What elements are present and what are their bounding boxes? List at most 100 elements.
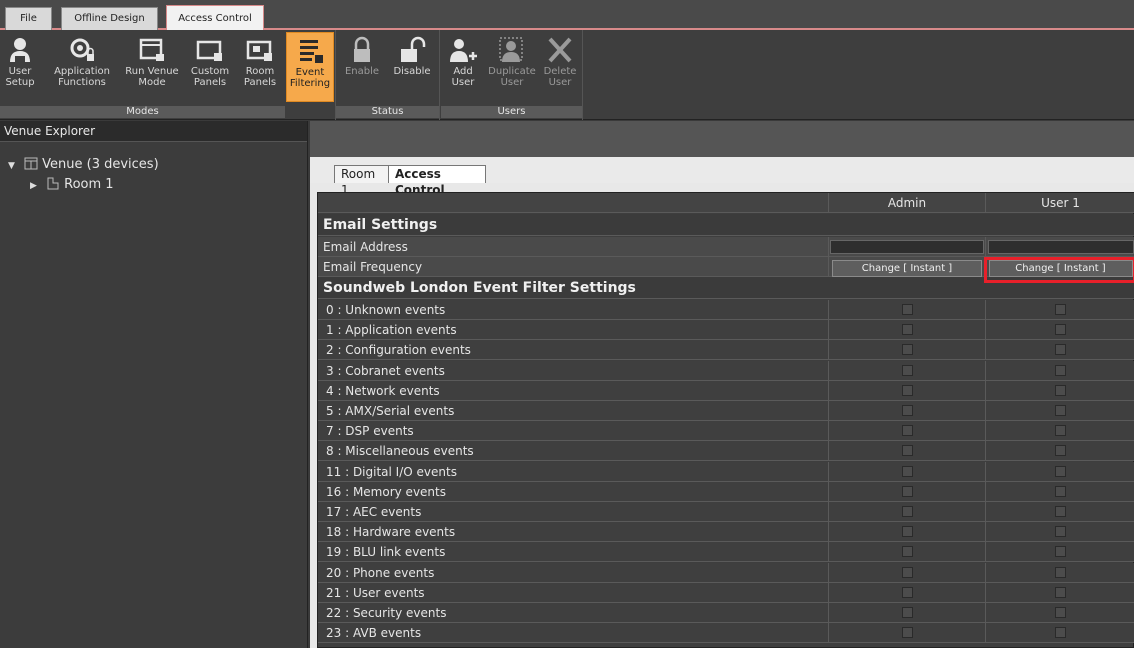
duplicate-user-label-2: User bbox=[500, 77, 524, 88]
admin-event-checkbox[interactable] bbox=[901, 627, 913, 639]
admin-event-checkbox[interactable] bbox=[901, 445, 913, 457]
admin-event-checkbox[interactable] bbox=[901, 364, 913, 376]
event-row: 1 : Application events bbox=[318, 320, 1134, 341]
admin-event-checkbox[interactable] bbox=[901, 546, 913, 558]
tab-file[interactable]: File bbox=[5, 7, 52, 30]
user-cell: Change [ Instant ] bbox=[985, 257, 1134, 277]
user-1-event-checkbox[interactable] bbox=[1055, 405, 1066, 416]
event-label: 3 : Cobranet events bbox=[326, 363, 445, 378]
user-cell bbox=[985, 603, 1134, 623]
user-1-event-checkbox[interactable] bbox=[1055, 425, 1066, 437]
tab-access-control[interactable]: Access Control bbox=[166, 5, 264, 31]
user-cell bbox=[985, 237, 1134, 257]
disable-button[interactable]: Disable bbox=[388, 32, 436, 102]
application-functions-button[interactable]: Application Functions bbox=[50, 32, 114, 102]
user-1-event-checkbox[interactable] bbox=[1055, 627, 1066, 639]
event-row: 23 : AVB events bbox=[318, 623, 1134, 644]
event-label: 7 : DSP events bbox=[326, 424, 414, 439]
user-1-event-checkbox[interactable] bbox=[1055, 324, 1066, 336]
event-label: 18 : Hardware events bbox=[326, 525, 456, 540]
user-setup-label: User bbox=[8, 66, 32, 77]
admin-event-checkbox[interactable] bbox=[901, 384, 913, 396]
user-cell bbox=[985, 380, 1134, 401]
admin-event-checkbox[interactable] bbox=[901, 324, 913, 336]
tree-item-venue[interactable]: ▼ Venue (3 devices) bbox=[8, 157, 159, 172]
user-cell bbox=[985, 300, 1134, 320]
venue-icon bbox=[24, 157, 38, 170]
event-row: 19 : BLU link events bbox=[318, 542, 1134, 563]
event-label: 21 : User events bbox=[326, 585, 425, 600]
content-area: Room 1 Access Control Admin User 1 Email… bbox=[310, 121, 1134, 648]
tab-offline-design[interactable]: Offline Design bbox=[61, 7, 158, 30]
user-1-event-checkbox[interactable] bbox=[1055, 304, 1066, 315]
event-row: 16 : Memory events bbox=[318, 481, 1134, 502]
admin-event-checkbox[interactable] bbox=[901, 465, 913, 477]
user-cell bbox=[985, 522, 1134, 543]
admin-event-checkbox[interactable] bbox=[901, 304, 913, 315]
user-1-event-checkbox[interactable] bbox=[1055, 465, 1066, 477]
user-cell bbox=[985, 502, 1134, 522]
admin-cell bbox=[828, 582, 985, 603]
event-row: 5 : AMX/Serial events bbox=[318, 401, 1134, 421]
enable-button[interactable]: Enable bbox=[340, 32, 384, 102]
admin-event-checkbox[interactable] bbox=[901, 526, 913, 538]
custom-panels-button[interactable]: Custom Panels bbox=[188, 32, 232, 102]
admin-event-checkbox[interactable] bbox=[901, 425, 913, 437]
user-1-event-checkbox[interactable] bbox=[1055, 344, 1066, 356]
admin-cell bbox=[828, 421, 985, 442]
chevron-right-icon[interactable]: ▶ bbox=[30, 181, 42, 191]
user-1-event-checkbox[interactable] bbox=[1055, 546, 1066, 558]
chevron-down-icon[interactable]: ▼ bbox=[8, 161, 20, 171]
admin-cell bbox=[828, 441, 985, 462]
user-1-event-checkbox[interactable] bbox=[1055, 566, 1066, 578]
section-title: Soundweb London Event Filter Settings bbox=[323, 280, 636, 296]
admin-email-field[interactable] bbox=[830, 240, 984, 254]
user-1-event-checkbox[interactable] bbox=[1055, 364, 1066, 376]
admin-event-checkbox[interactable] bbox=[901, 506, 913, 517]
row-email-address: Email Address bbox=[318, 237, 1134, 257]
user-cell bbox=[985, 481, 1134, 502]
user-1-event-checkbox[interactable] bbox=[1055, 384, 1066, 396]
room-panel-lock-icon bbox=[246, 40, 272, 61]
admin-event-checkbox[interactable] bbox=[901, 485, 913, 497]
application-functions-label: Application bbox=[54, 66, 110, 77]
event-filtering-button[interactable]: Event Filtering bbox=[286, 32, 334, 102]
ribbon-group-users: Add User Duplicate User Delete User User… bbox=[441, 30, 583, 120]
admin-event-checkbox[interactable] bbox=[901, 586, 913, 598]
user-1-event-checkbox[interactable] bbox=[1055, 445, 1066, 457]
room-panels-button[interactable]: Room Panels bbox=[238, 32, 282, 102]
user-1-email-field[interactable] bbox=[987, 240, 1134, 254]
tree-item-room-1[interactable]: ▶ Room 1 bbox=[30, 177, 114, 192]
section-event-filter-settings: Soundweb London Event Filter Settings bbox=[318, 277, 1134, 299]
document-tabs: Room 1 Access Control bbox=[310, 157, 1134, 197]
grid-header-blank bbox=[323, 193, 823, 213]
user-1-event-checkbox[interactable] bbox=[1055, 526, 1066, 538]
add-user-button[interactable]: Add User bbox=[443, 32, 483, 102]
admin-cell bbox=[828, 237, 985, 257]
admin-cell bbox=[828, 542, 985, 563]
user-1-change-frequency-button[interactable]: Change [ Instant ] bbox=[988, 260, 1133, 277]
user-setup-button[interactable]: User Setup bbox=[0, 32, 40, 102]
user-1-event-checkbox[interactable] bbox=[1055, 485, 1066, 497]
delete-user-button[interactable]: Delete User bbox=[541, 32, 579, 102]
admin-event-checkbox[interactable] bbox=[901, 566, 913, 578]
column-header-admin: Admin bbox=[828, 193, 985, 213]
duplicate-user-button[interactable]: Duplicate User bbox=[487, 32, 537, 102]
admin-cell bbox=[828, 562, 985, 583]
delete-x-icon bbox=[548, 37, 572, 63]
admin-change-frequency-button[interactable]: Change [ Instant ] bbox=[832, 260, 982, 277]
user-1-event-checkbox[interactable] bbox=[1055, 586, 1066, 598]
admin-cell bbox=[828, 603, 985, 623]
admin-event-checkbox[interactable] bbox=[901, 344, 913, 356]
run-venue-mode-label: Run Venue bbox=[125, 66, 179, 77]
admin-cell bbox=[828, 320, 985, 341]
user-1-event-checkbox[interactable] bbox=[1055, 607, 1066, 618]
admin-event-checkbox[interactable] bbox=[901, 607, 913, 618]
user-1-event-checkbox[interactable] bbox=[1055, 506, 1066, 517]
admin-event-checkbox[interactable] bbox=[901, 405, 913, 416]
run-venue-mode-button[interactable]: Run Venue Mode bbox=[120, 32, 184, 102]
event-label: 16 : Memory events bbox=[326, 484, 446, 499]
tab-access-control-doc[interactable]: Access Control bbox=[388, 165, 486, 197]
event-label: 23 : AVB events bbox=[326, 626, 422, 641]
tab-room-1[interactable]: Room 1 bbox=[334, 165, 392, 197]
